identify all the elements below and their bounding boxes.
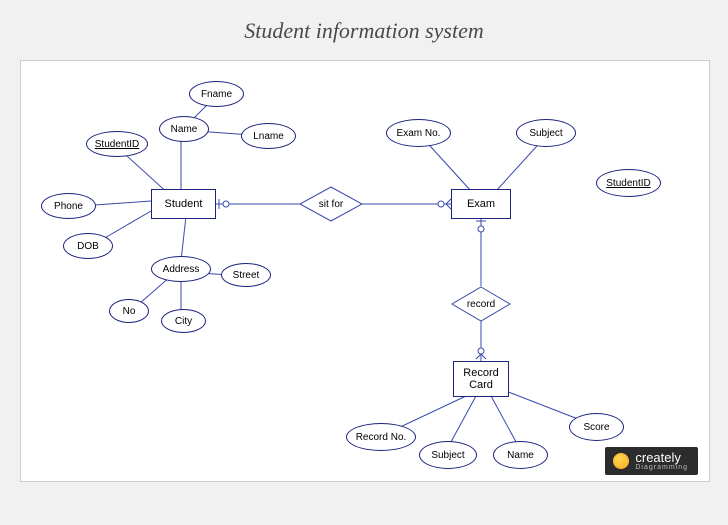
attr-no[interactable]: No — [109, 299, 149, 323]
attr-exam-subject[interactable]: Subject — [516, 119, 576, 147]
attr-phone[interactable]: Phone — [41, 193, 96, 219]
attr-dob[interactable]: DOB — [63, 233, 113, 259]
relationship-record[interactable]: record — [451, 286, 511, 322]
watermark-brand: creately — [635, 450, 681, 465]
attr-street[interactable]: Street — [221, 263, 271, 287]
entity-record-card[interactable]: Record Card — [453, 361, 509, 397]
attr-city[interactable]: City — [161, 309, 206, 333]
attr-exam-no[interactable]: Exam No. — [386, 119, 451, 147]
entity-student[interactable]: Student — [151, 189, 216, 219]
attr-lname[interactable]: Lname — [241, 123, 296, 149]
diagram-title: Student information system — [0, 18, 728, 44]
attr-exam-student-id[interactable]: StudentID — [596, 169, 661, 197]
diagram-canvas: Student StudentID Name Fname Lname Phone… — [20, 60, 710, 482]
attr-fname[interactable]: Fname — [189, 81, 244, 107]
attr-address[interactable]: Address — [151, 256, 211, 282]
attr-record-subject[interactable]: Subject — [419, 441, 477, 469]
relationship-sit-for[interactable]: sit for — [299, 186, 363, 222]
attr-record-name[interactable]: Name — [493, 441, 548, 469]
lightbulb-icon — [613, 453, 629, 469]
attr-record-no[interactable]: Record No. — [346, 423, 416, 451]
attr-student-id[interactable]: StudentID — [86, 131, 148, 157]
creately-watermark: creately Diagramming — [605, 447, 698, 475]
entity-exam[interactable]: Exam — [451, 189, 511, 219]
attr-score[interactable]: Score — [569, 413, 624, 441]
attr-name[interactable]: Name — [159, 116, 209, 142]
watermark-tagline: Diagramming — [635, 464, 688, 471]
